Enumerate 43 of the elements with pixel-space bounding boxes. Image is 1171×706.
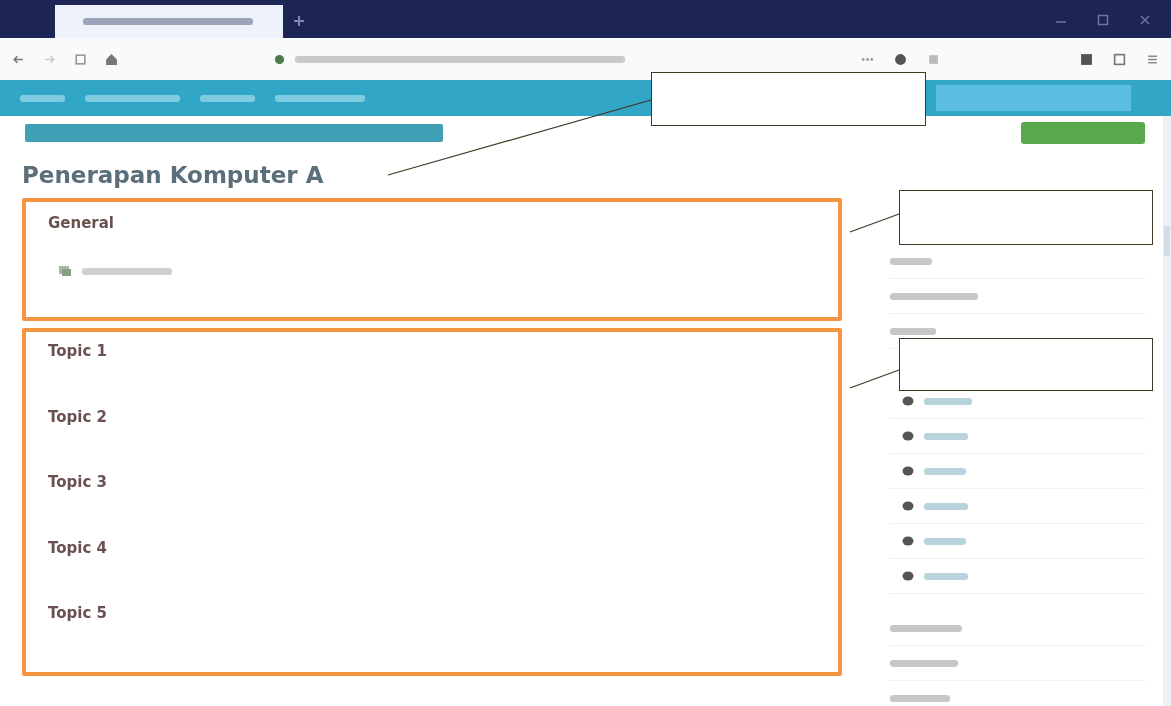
sidebar-link-blurred[interactable] bbox=[890, 257, 932, 265]
maximize-icon[interactable] bbox=[1097, 14, 1109, 26]
section-title: Topic 4 bbox=[48, 538, 108, 557]
nav-link-blurred[interactable] bbox=[20, 94, 65, 102]
cap-icon bbox=[902, 465, 914, 477]
section-title: General bbox=[48, 214, 115, 232]
sidebar-link-blurred[interactable] bbox=[924, 537, 966, 545]
sidebar-link-blurred[interactable] bbox=[924, 572, 968, 580]
edit-button[interactable] bbox=[1021, 122, 1145, 144]
lock-icon bbox=[274, 53, 285, 65]
leader-line bbox=[849, 369, 900, 389]
close-icon[interactable] bbox=[1139, 14, 1151, 26]
nav-link-blurred[interactable] bbox=[275, 94, 365, 102]
section-title: Topic 1 bbox=[48, 342, 108, 360]
section-title: Topic 3 bbox=[48, 473, 108, 491]
cap-icon bbox=[902, 535, 914, 547]
activity-link-blurred[interactable] bbox=[82, 267, 172, 275]
sidebar-link-blurred[interactable] bbox=[924, 467, 966, 475]
sidebar-link-blurred[interactable] bbox=[890, 624, 962, 632]
cap-icon bbox=[902, 430, 914, 442]
sidebar-link-blurred[interactable] bbox=[924, 397, 972, 405]
leader-line bbox=[849, 213, 900, 233]
cap-icon bbox=[902, 500, 914, 512]
nav-link-blurred[interactable] bbox=[200, 94, 255, 102]
sidebar-link-blurred[interactable] bbox=[890, 327, 936, 335]
sidebar-link-blurred[interactable] bbox=[890, 292, 978, 300]
sidebar-link-blurred[interactable] bbox=[890, 659, 958, 667]
sidebar-link-blurred[interactable] bbox=[924, 502, 968, 510]
plus-icon[interactable] bbox=[293, 15, 305, 27]
menu-icon[interactable] bbox=[1146, 52, 1159, 66]
forum-icon[interactable] bbox=[58, 264, 72, 278]
section-title: Topic 5 bbox=[48, 604, 108, 622]
user-menu[interactable] bbox=[936, 85, 1131, 111]
nav-link-blurred[interactable] bbox=[85, 94, 180, 102]
scrollbar-thumb[interactable] bbox=[1164, 226, 1170, 256]
course-title: Penerapan Komputer A bbox=[22, 161, 325, 190]
home-icon[interactable] bbox=[105, 52, 118, 66]
cap-icon bbox=[902, 395, 914, 407]
sidebar-link-blurred[interactable] bbox=[890, 694, 950, 702]
section-title: Topic 2 bbox=[48, 407, 108, 426]
sidebar-link-blurred[interactable] bbox=[924, 432, 968, 440]
cap-icon bbox=[902, 570, 914, 582]
browser-tab[interactable] bbox=[55, 5, 283, 38]
